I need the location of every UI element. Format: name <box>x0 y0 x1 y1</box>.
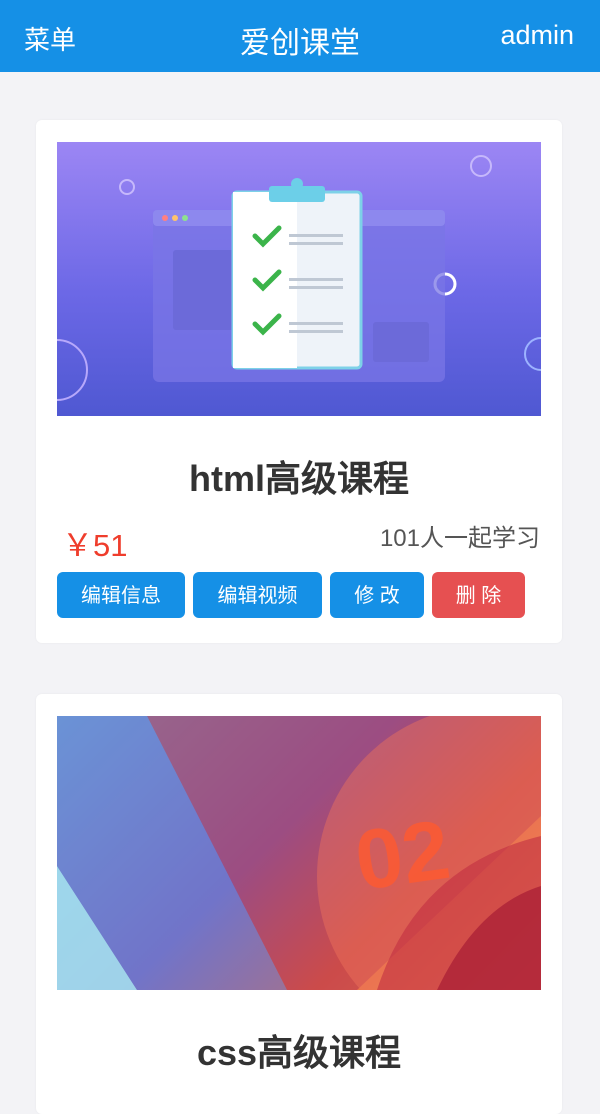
edit-video-button[interactable]: 编辑视频 <box>193 572 322 618</box>
delete-button[interactable]: 删 除 <box>432 572 525 618</box>
course-card: html高级课程 ￥51 101人一起学习 编辑信息 编辑视频 修 改 删 除 <box>36 120 562 643</box>
course-price: ￥51 <box>62 528 128 563</box>
user-name[interactable]: admin <box>500 20 574 51</box>
course-card: 02 css高级课程 <box>36 694 562 1114</box>
checklist-clipboard-illustration <box>57 155 541 401</box>
modify-button[interactable]: 修 改 <box>330 572 424 618</box>
course-title[interactable]: css高级课程 <box>36 1024 562 1076</box>
course-image[interactable] <box>57 142 541 416</box>
logo-text: 02 <box>349 802 455 908</box>
course-image[interactable]: 02 <box>57 716 541 990</box>
edit-info-button[interactable]: 编辑信息 <box>57 572 185 618</box>
top-bar: 菜单 爱创课堂 admin <box>0 0 600 72</box>
student-count: 101人一起学习 <box>379 525 540 552</box>
abstract-gradient-illustration: 02 <box>57 716 541 990</box>
course-title[interactable]: html高级课程 <box>36 450 562 502</box>
